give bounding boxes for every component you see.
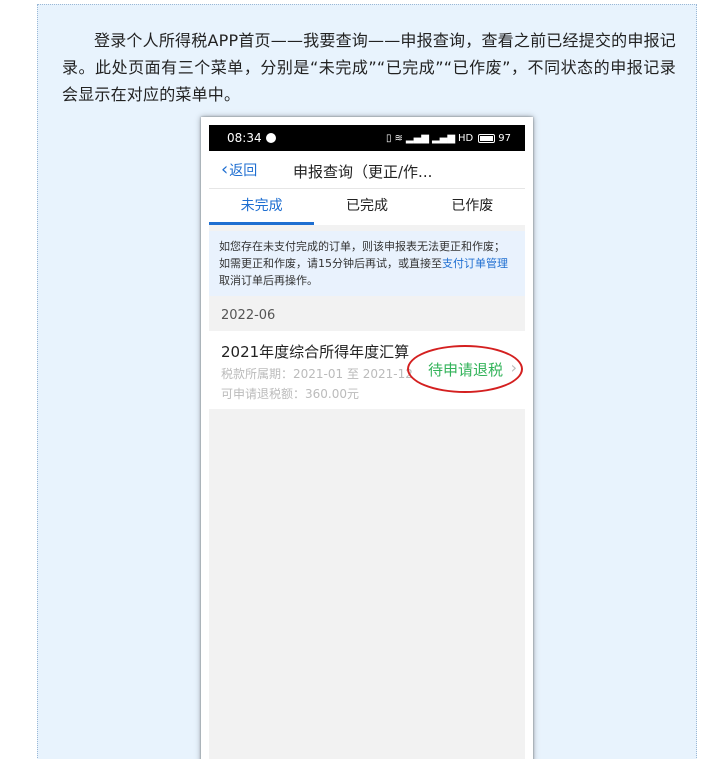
tab-bar: 未完成 已完成 已作废 <box>209 189 525 225</box>
tab-active-indicator <box>209 222 314 225</box>
period-header: 2022-06 <box>221 308 276 323</box>
signal-icon: ▂▄▆ <box>405 132 429 144</box>
article-paragraph: 登录个人所得税APP首页——我要查询——申报查询，查看之前已经提交的申报记录。此… <box>62 31 676 104</box>
chevron-left-icon: ‹ <box>221 159 229 180</box>
back-button[interactable]: ‹ 返回 <box>221 160 257 180</box>
tab-incomplete[interactable]: 未完成 <box>209 189 314 225</box>
nav-bar: ‹ 返回 申报查询（更正/作... <box>209 151 525 189</box>
phone-screen: 08:34 ▯ ≋ ▂▄▆ ▂▄▆ HD 97 ‹ 返回 申报查询（更正/作..… <box>209 125 525 759</box>
tab-voided[interactable]: 已作废 <box>420 189 525 225</box>
battery-level: 97 <box>498 132 511 144</box>
vibrate-icon: ▯ <box>385 132 392 144</box>
status-time: 08:34 <box>227 131 262 145</box>
annotation-circle <box>407 345 523 393</box>
payment-order-link[interactable]: 支付订单管理 <box>442 257 508 270</box>
battery-icon <box>478 133 496 143</box>
list-item[interactable]: 2021年度综合所得年度汇算 税款所属期：2021-01 至 2021-12 可… <box>209 331 525 409</box>
article-container: 登录个人所得税APP首页——我要查询——申报查询，查看之前已经提交的申报记录。此… <box>37 4 697 759</box>
wifi-icon: ≋ <box>394 132 403 144</box>
notice-text-end: 取消订单后再操作。 <box>219 274 318 287</box>
status-bar: 08:34 ▯ ≋ ▂▄▆ ▂▄▆ HD 97 <box>209 125 525 151</box>
notice-banner: 如您存在未支付完成的订单，则该申报表无法更正和作废；如需更正和作废，请15分钟后… <box>209 231 525 296</box>
page-title: 申报查询（更正/作... <box>293 163 433 181</box>
tab-completed[interactable]: 已完成 <box>314 189 419 225</box>
hd-badge: HD <box>458 132 474 144</box>
notification-icon <box>265 133 276 143</box>
signal-icon-2: ▂▄▆ <box>431 132 456 144</box>
back-label: 返回 <box>229 163 258 179</box>
phone-screenshot: 08:34 ▯ ≋ ▂▄▆ ▂▄▆ HD 97 ‹ 返回 申报查询（更正/作..… <box>201 117 533 759</box>
